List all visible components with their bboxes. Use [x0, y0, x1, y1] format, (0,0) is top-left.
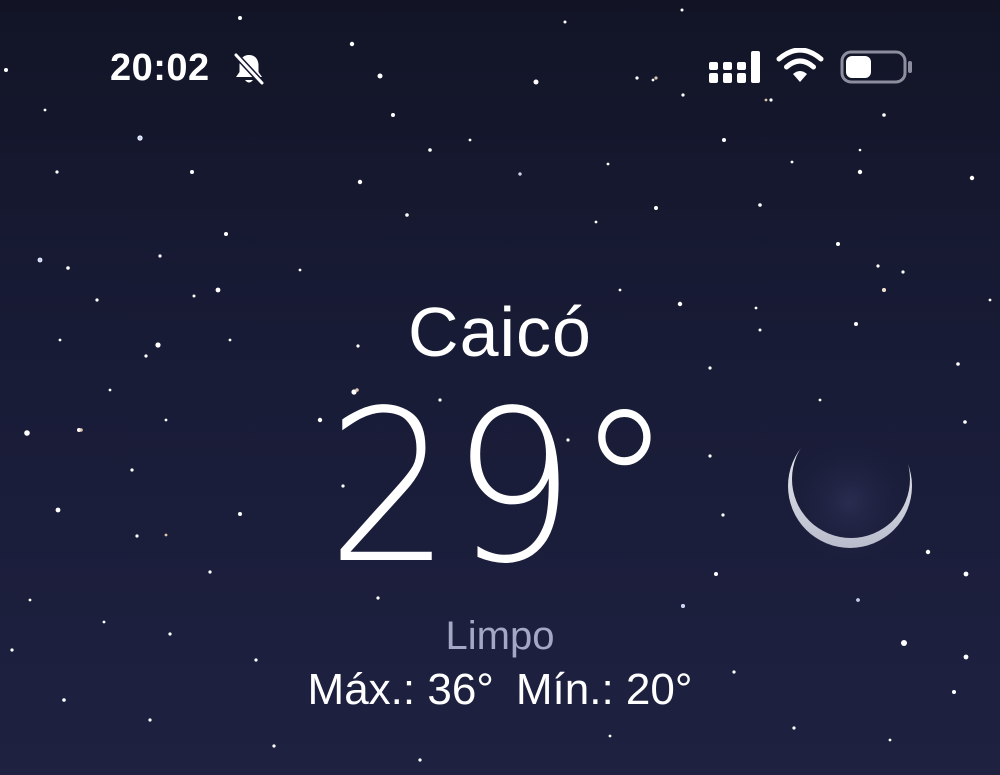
wifi-icon: [776, 48, 824, 82]
battery-icon: [840, 50, 912, 84]
cellular-signal-icon: [709, 51, 760, 83]
city-name: Caicó: [408, 293, 592, 371]
high-temperature: Máx.: 36°: [307, 665, 494, 714]
high-low-temperatures: Máx.: 36° Mín.: 20°: [0, 664, 1000, 716]
low-temperature: Mín.: 20°: [515, 665, 693, 714]
temperature-value: 29°: [326, 365, 674, 610]
current-temperature: 29°: [0, 378, 1000, 598]
weather-condition: Limpo: [445, 614, 555, 658]
weather-screen: 20:02 Caicó 29° Limpo Máx.: 36° Mín.: 20°: [0, 0, 1000, 775]
bell-slash-icon: [233, 52, 265, 86]
status-bar-time: 20:02: [110, 47, 210, 89]
